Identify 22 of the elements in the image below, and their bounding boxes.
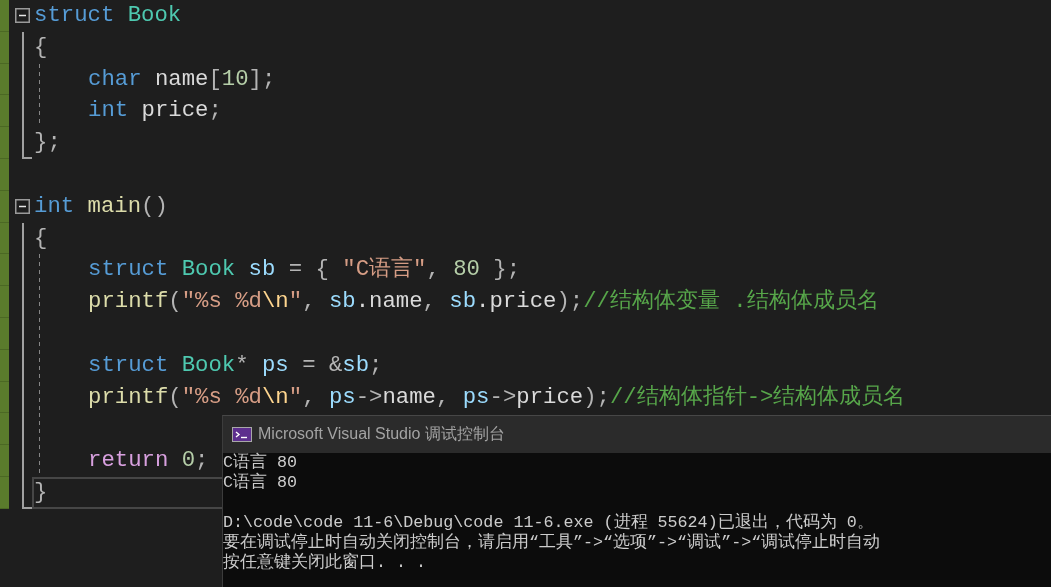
code-line: struct Book* ps = &sb; [88,350,383,380]
console-message: D:\code\code 11-6\Debug\code 11-6.exe (进程 55624)已退出，代码为 0。 [223,513,874,532]
code-line: return 0; [88,446,209,476]
collapse-icon[interactable] [15,199,30,215]
output-line: C语言 80 [223,453,298,472]
code-line: { [34,32,48,62]
code-line: printf("%s %d\n", ps->name, ps->price);//结构体指针->结构体成员名 [88,382,906,412]
code-line: char name[10]; [88,64,276,94]
code-line: int main() [34,191,168,221]
code-line: struct Book [34,1,182,30]
code-line: int price; [88,96,222,126]
console-message: 要在调试停止时自动关闭控制台，请启用“工具”->“选项”->“调试”->“调试停止时自动 [223,533,881,552]
code-line: struct Book sb = { "C语言", 80 }; [88,255,521,285]
code-line: { [34,223,48,253]
console-message: 按任意键关闭此窗口. . . [223,553,427,573]
code-line: }; [34,128,61,158]
collapse-icon[interactable] [15,8,30,24]
code-line: printf("%s %d\n", sb.name, sb.price);//结构体变量 .结构体成员名 [88,287,879,317]
output-line: C语言 80 [223,473,298,493]
code-line: } [34,477,48,507]
console-app-icon [232,427,252,442]
window-title: Microsoft Visual Studio 调试控制台 [258,424,505,444]
